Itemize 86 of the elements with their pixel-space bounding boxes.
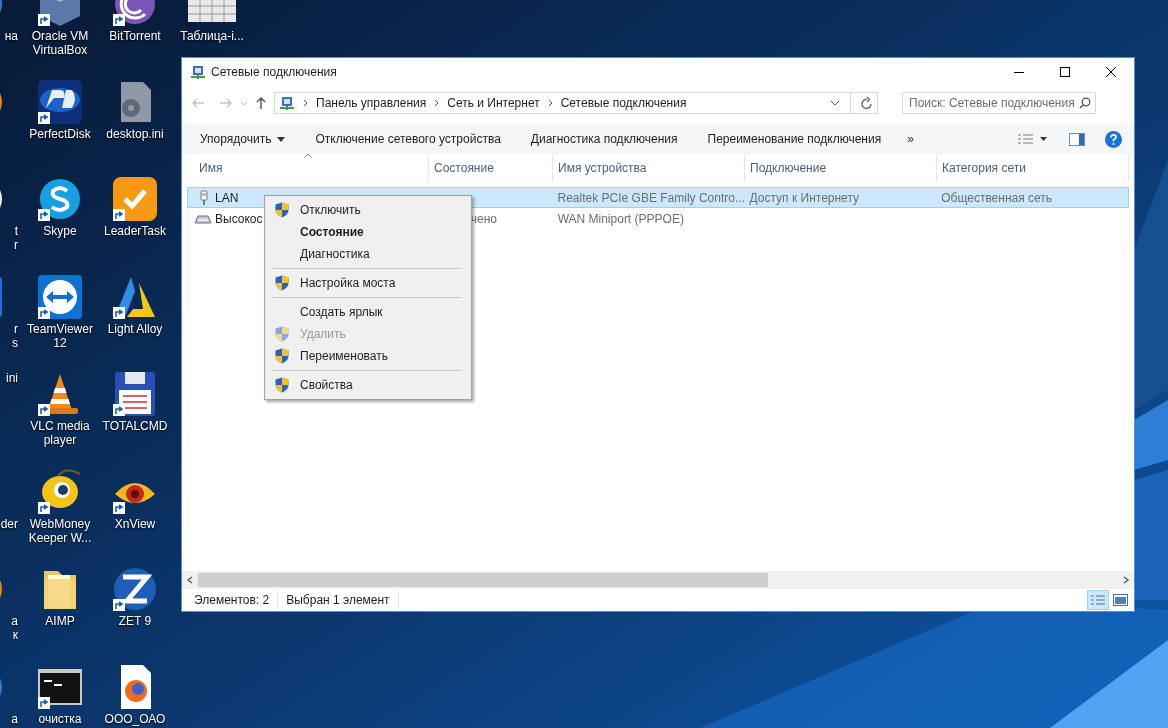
menu-item[interactable]: Создать ярлык: [265, 301, 471, 323]
search-field[interactable]: Поиск: Сетевые подключения: [902, 92, 1096, 114]
desktop-icon-label[interactable]: а к: [11, 614, 18, 642]
desktop-icon-label[interactable]: на: [4, 29, 18, 43]
desktop-icon-label[interactable]: Таблица-i...: [180, 29, 244, 43]
column-header[interactable]: Подключение: [745, 155, 937, 181]
maximize-icon[interactable]: [1059, 66, 1071, 78]
modem-icon: [194, 213, 212, 224]
desktop-icon-label[interactable]: XnView: [114, 516, 156, 531]
desktop-icon-label[interactable]: ini: [6, 371, 18, 385]
status-text: Выбран 1 элемент: [286, 591, 399, 609]
checkmark-icon[interactable]: [111, 175, 159, 223]
chevron-right-icon: [547, 99, 553, 107]
breadcrumb[interactable]: Сетевые подключения: [560, 94, 687, 112]
desktop-icon-label[interactable]: t r: [14, 224, 18, 252]
menu-item[interactable]: Свойства: [265, 374, 471, 396]
desktop-icon-label[interactable]: WebMoney Keeper W...: [22, 516, 98, 545]
scroll-right-icon[interactable]: [1122, 576, 1130, 584]
table-cell-text: WAN Miniport (PPPOE): [557, 210, 684, 228]
desktop-icon-label[interactable]: VLC media player: [22, 419, 98, 447]
desktop-icon-label[interactable]: TOTALCMD: [102, 419, 168, 433]
globe-icon[interactable]: [111, 565, 159, 613]
help-icon[interactable]: [1105, 130, 1122, 148]
table-cell-text: Общественная сеть: [941, 189, 1053, 207]
up-icon[interactable]: [254, 95, 268, 111]
details-view-icon: [1091, 594, 1105, 606]
scroll-left-icon[interactable]: [186, 576, 194, 584]
toolbar-button[interactable]: Отключение сетевого устройства: [305, 124, 511, 154]
column-header[interactable]: Состояние: [429, 155, 553, 181]
network-cable-icon: [199, 189, 209, 206]
breadcrumb[interactable]: Панель управления: [316, 94, 427, 112]
teamviewer-icon[interactable]: [36, 272, 84, 321]
caret-icon: [277, 136, 286, 142]
network-icon: [190, 64, 206, 80]
chevron-down-icon[interactable]: [830, 99, 840, 107]
sort-ascending-icon: [304, 153, 312, 158]
desktop-icon-label[interactable]: ООО_ОАО: [104, 711, 166, 726]
desktop-icon-label[interactable]: BitTorrent: [109, 29, 161, 43]
address-bar[interactable]: Панель управления Сеть и Интернет Сетевые подключения: [274, 92, 878, 114]
menu-item[interactable]: Переименовать: [265, 345, 471, 367]
chevron-right-icon: [303, 99, 308, 107]
preview-pane-icon[interactable]: [1069, 132, 1085, 146]
search-icon: [1079, 97, 1091, 109]
desktop-icon-label[interactable]: der: [0, 516, 18, 531]
breadcrumb[interactable]: Сеть и Интернет: [447, 94, 540, 112]
close-icon[interactable]: [1105, 66, 1117, 78]
desktop-icon-label[interactable]: desktop.ini: [106, 126, 164, 141]
shield-icon: [275, 326, 289, 342]
shield-icon: [275, 377, 289, 393]
network-icon: [279, 95, 295, 111]
toolbar-button[interactable]: Переименование подключения: [697, 124, 892, 154]
toolbar-button[interactable]: Диагностика подключения: [520, 124, 688, 154]
shield-icon: [275, 348, 289, 364]
desktop-icon-label[interactable]: r s: [12, 321, 18, 350]
view-options-icon[interactable]: [1017, 133, 1047, 145]
desktop-icon-label[interactable]: ZET 9: [118, 614, 152, 628]
desktop-icon-label[interactable]: LeaderTask: [103, 224, 166, 238]
horizontal-scrollbar[interactable]: [182, 571, 1134, 589]
desktop-icon-label[interactable]: AIMP: [45, 614, 75, 628]
desktop-icon-label[interactable]: Skype: [43, 224, 77, 238]
shield-icon: [275, 275, 289, 291]
window-title: Сетевые подключения: [211, 64, 337, 81]
desktop-icon-label[interactable]: Light Alloy: [107, 321, 163, 336]
desktop-icon-label[interactable]: PerfectDisk: [29, 126, 91, 141]
status-text: Элементов: 2: [194, 591, 279, 609]
table-cell-text: Высокос: [215, 210, 263, 228]
table-cell-text: чено: [470, 210, 497, 228]
table-cell-text: Realtek PCIe GBE Family Contro...: [557, 189, 745, 207]
menu-item[interactable]: Состояние: [265, 221, 471, 243]
table-cell-text: LAN: [215, 189, 239, 207]
column-header[interactable]: Имя: [182, 155, 429, 181]
chevron-right-icon: [434, 99, 440, 107]
desktop-icon-label[interactable]: TeamViewer 12: [22, 321, 98, 350]
desktop-icon-label[interactable]: очистка: [38, 711, 82, 726]
refresh-icon[interactable]: [861, 96, 873, 110]
menu-item[interactable]: Диагностика: [265, 243, 471, 265]
more-button[interactable]: »: [901, 130, 920, 148]
menu-item[interactable]: Настройка моста: [265, 272, 471, 294]
desktop-icon-label[interactable]: Oracle VM VirtualBox: [22, 29, 98, 57]
desktop-icon-label[interactable]: а: [11, 711, 18, 726]
shield-icon: [275, 202, 289, 218]
column-header[interactable]: Категория сети: [937, 155, 1129, 181]
table-cell-text: Доступ к Интернету: [749, 189, 859, 207]
tiles-view-icon: [1112, 594, 1128, 606]
column-header[interactable]: Имя устройства: [553, 155, 745, 181]
toolbar-button[interactable]: Упорядочить: [190, 124, 296, 154]
